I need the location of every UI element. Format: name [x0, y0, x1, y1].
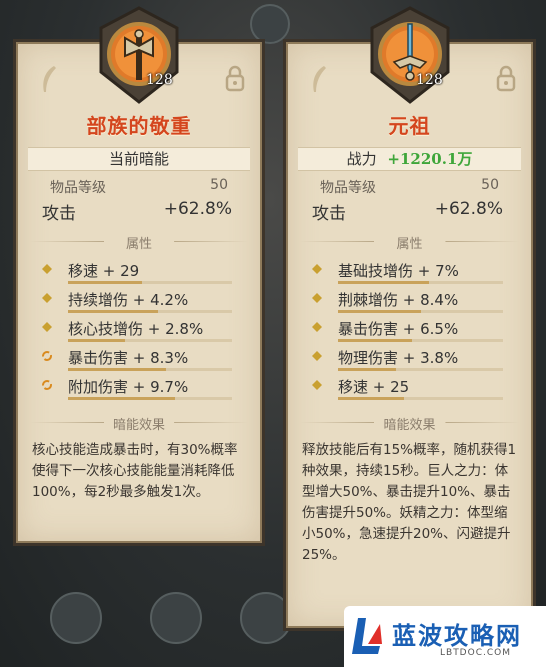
- item-level-value: 50: [210, 177, 228, 193]
- stat-row: 移速 + 25: [308, 374, 503, 400]
- stat-roll-bar: [338, 281, 503, 284]
- stat-roll-fill: [338, 310, 421, 313]
- diamond-icon: [42, 322, 52, 332]
- stat-row: 持续增伤 + 4.2%: [38, 287, 232, 313]
- stat-row: 移速 + 29: [38, 258, 232, 284]
- stat-roll-fill: [68, 310, 159, 313]
- attack-label: 攻击: [312, 204, 346, 224]
- attributes-divider: 属性: [300, 233, 519, 252]
- stat-row: 核心技增伤 + 2.8%: [38, 316, 232, 342]
- attack-value: +62.8%: [434, 199, 503, 219]
- stat-label: 核心技增伤 + 2.8%: [68, 320, 204, 338]
- attack-row: 攻击 +62.8%: [42, 199, 232, 224]
- diamond-icon: [312, 322, 322, 332]
- bg-slot-icon: [240, 592, 292, 644]
- dark-energy-label: 当前暗能: [108, 150, 169, 168]
- stat-label: 物理伤害 + 3.8%: [338, 349, 459, 367]
- feather-icon: [43, 66, 56, 92]
- power-bar: 战力 +1220.1万: [298, 147, 521, 171]
- swirl-icon: [42, 351, 52, 361]
- watermark-logo-icon: [352, 618, 382, 654]
- bg-slot-icon: [50, 592, 102, 644]
- item-tooltip-right: 128 元祖 战力 +1220.1万 物品等级 50 攻击 +62.8% 属性 …: [286, 6, 533, 628]
- item-power-level: 128: [146, 72, 173, 88]
- stat-row: 附加伤害 + 9.7%: [38, 374, 232, 400]
- lock-icon[interactable]: [495, 64, 517, 94]
- stat-row: 荆棘增伤 + 8.4%: [308, 287, 503, 313]
- item-title: 元祖: [388, 114, 431, 138]
- item-power-level: 128: [416, 72, 443, 88]
- feather-icon: [313, 66, 326, 92]
- power-label: 战力: [346, 150, 377, 168]
- dark-energy-bar: 当前暗能: [28, 147, 250, 171]
- stat-roll-bar: [68, 281, 232, 284]
- stat-label: 荆棘增伤 + 8.4%: [338, 291, 459, 309]
- diamond-icon: [312, 293, 322, 303]
- watermark-name: 蓝波攻略网: [392, 622, 522, 650]
- diamond-icon: [312, 264, 322, 274]
- stat-roll-fill: [338, 339, 413, 342]
- item-level-label: 物品等级: [320, 180, 376, 196]
- item-emblem-sword[interactable]: [366, 6, 454, 104]
- item-level-row: 物品等级 50: [50, 177, 228, 197]
- stat-row: 物理伤害 + 3.8%: [308, 345, 503, 371]
- stat-roll-bar: [338, 310, 503, 313]
- diamond-icon: [312, 351, 322, 361]
- item-level-value: 50: [481, 177, 499, 193]
- diamond-icon: [42, 264, 52, 274]
- swirl-icon: [42, 380, 52, 390]
- stat-roll-bar: [68, 310, 232, 313]
- stat-label: 暴击伤害 + 8.3%: [68, 349, 189, 367]
- attack-value: +62.8%: [163, 199, 232, 219]
- stat-roll-bar: [338, 339, 503, 342]
- power-value: +1220.1万: [387, 150, 473, 168]
- attack-label: 攻击: [42, 204, 76, 224]
- item-tooltip-left: 128 部族的敬重 当前暗能 物品等级 50 攻击 +62.8% 属性 移速 +…: [16, 6, 262, 543]
- effect-divider: 暗能效果: [30, 414, 248, 433]
- stat-label: 移速 + 25: [338, 378, 410, 396]
- stat-roll-fill: [68, 339, 126, 342]
- watermark-url: LBTDOC.COM: [440, 648, 511, 658]
- stat-label: 附加伤害 + 9.7%: [68, 378, 189, 396]
- stat-roll-fill: [68, 368, 167, 371]
- diamond-icon: [312, 380, 322, 390]
- stat-roll-bar: [68, 397, 232, 400]
- attributes-divider: 属性: [30, 233, 248, 252]
- item-emblem-axe[interactable]: [95, 6, 183, 104]
- stat-label: 暴击伤害 + 6.5%: [338, 320, 459, 338]
- effect-description: 释放技能后有15%概率，随机获得1种效果，持续15秒。巨人之力：体型增大50%、…: [302, 442, 517, 563]
- attack-row: 攻击 +62.8%: [312, 199, 503, 224]
- item-level-row: 物品等级 50: [320, 177, 499, 197]
- effect-divider: 暗能效果: [300, 414, 519, 433]
- stat-row: 基础技增伤 + 7%: [308, 258, 503, 284]
- stat-roll-bar: [68, 368, 232, 371]
- stat-row: 暴击伤害 + 6.5%: [308, 316, 503, 342]
- stat-roll-bar: [338, 368, 503, 371]
- stat-roll-bar: [338, 397, 503, 400]
- site-watermark: 蓝波攻略网 LBTDOC.COM: [344, 606, 546, 667]
- bg-slot-icon: [150, 592, 202, 644]
- diamond-icon: [42, 293, 52, 303]
- stat-label: 移速 + 29: [68, 262, 140, 280]
- stat-roll-fill: [338, 281, 429, 284]
- stat-label: 持续增伤 + 4.2%: [68, 291, 189, 309]
- stat-roll-bar: [68, 339, 232, 342]
- stat-roll-fill: [68, 281, 142, 284]
- item-level-label: 物品等级: [50, 180, 106, 196]
- stat-row: 暴击伤害 + 8.3%: [38, 345, 232, 371]
- stat-roll-fill: [338, 397, 404, 400]
- item-title: 部族的敬重: [86, 114, 192, 138]
- stat-roll-fill: [338, 368, 396, 371]
- effect-description: 核心技能造成暴击时，有30%概率使得下一次核心技能能量消耗降低100%，每2秒最…: [32, 442, 238, 500]
- bg-slot-icon: [250, 4, 290, 44]
- stat-label: 基础技增伤 + 7%: [338, 262, 459, 280]
- lock-icon[interactable]: [224, 64, 246, 94]
- stat-roll-fill: [68, 397, 175, 400]
